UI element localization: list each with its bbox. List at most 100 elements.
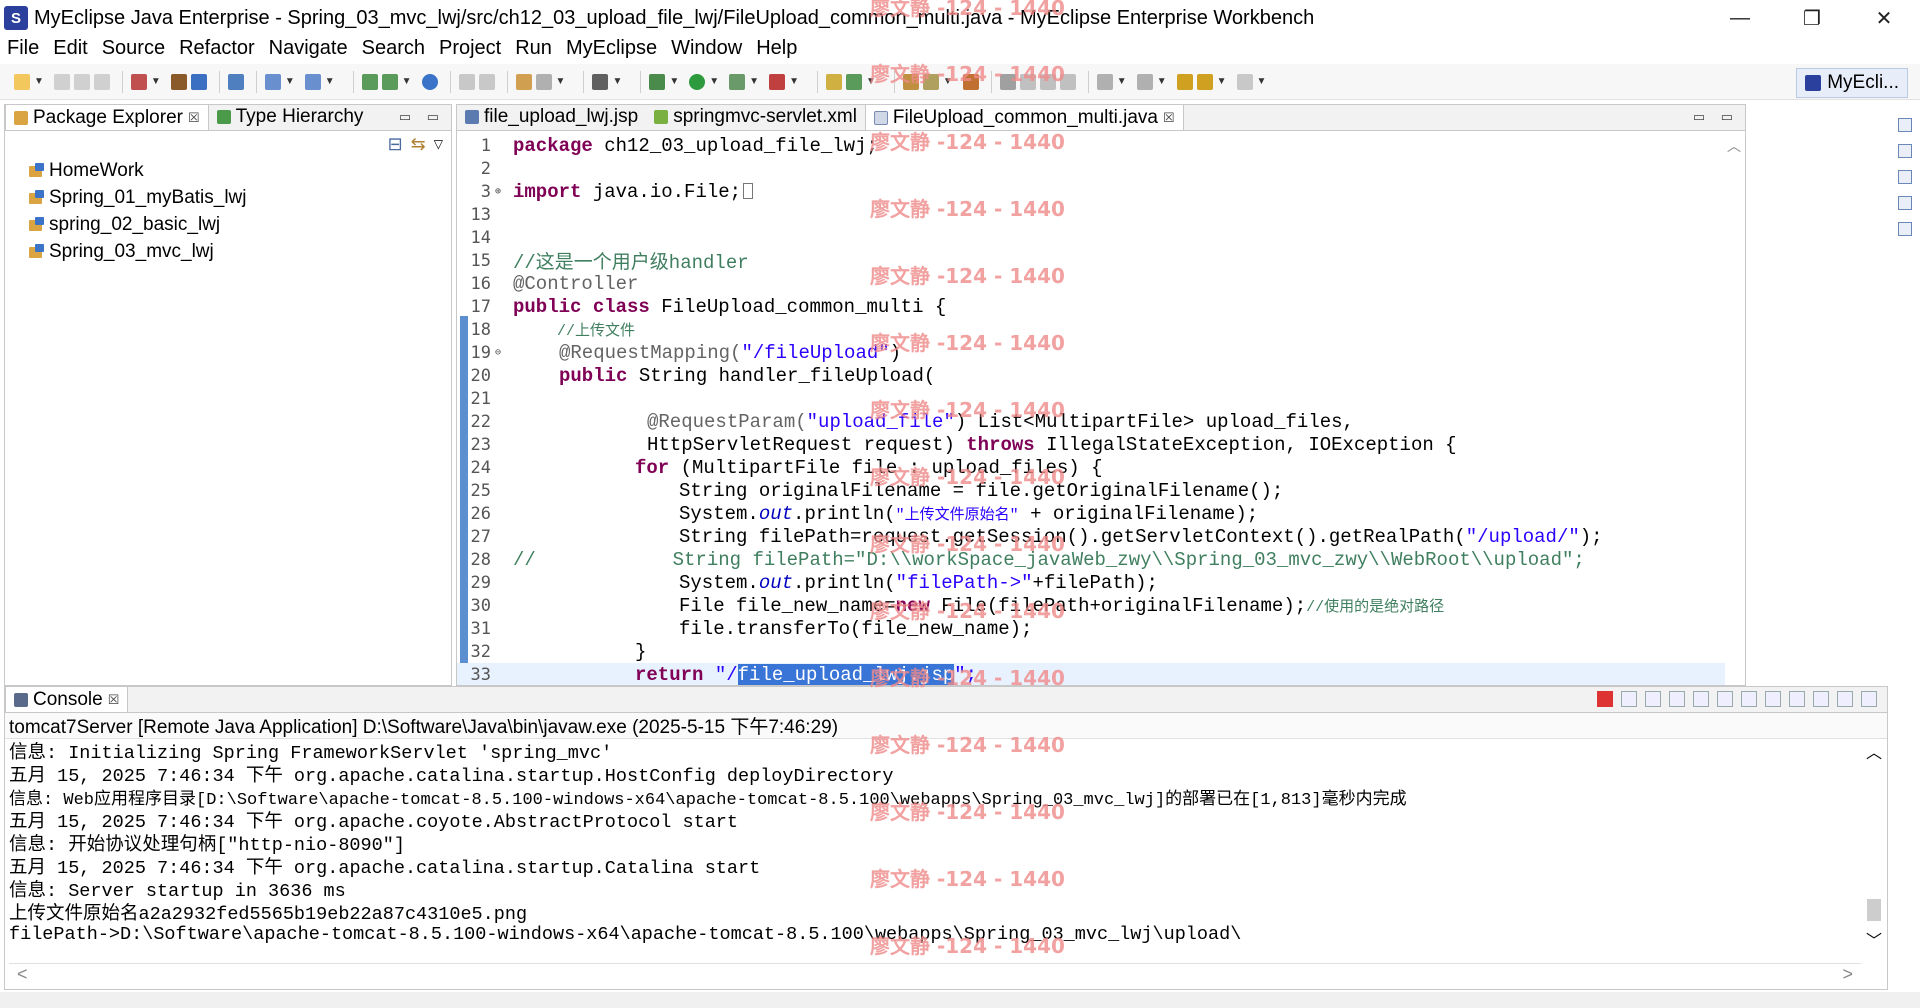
show-on-stdout-icon[interactable] — [1717, 691, 1733, 707]
tab-file-upload-jsp[interactable]: file_upload_lwj.jsp — [457, 104, 646, 130]
collapse-fold-icon[interactable]: ⊖ — [495, 347, 505, 359]
scroll-left-icon[interactable]: < — [17, 964, 28, 985]
chevron-down-icon[interactable]: ▼ — [151, 76, 161, 87]
menu-myeclipse[interactable]: MyEclipse — [559, 37, 664, 60]
chevron-down-icon[interactable]: ▼ — [1157, 76, 1167, 87]
close-icon[interactable]: ☒ — [108, 692, 120, 708]
chevron-down-icon[interactable]: ▼ — [749, 76, 759, 87]
ejb-icon[interactable] — [170, 73, 187, 90]
scroll-up-icon[interactable]: ︿ — [1725, 136, 1743, 156]
view-menu-icon[interactable]: ▽ — [434, 137, 443, 151]
new-icon[interactable] — [14, 73, 30, 90]
tree-item-homework[interactable]: HomeWork — [5, 157, 451, 184]
console-output[interactable]: 信息: Initializing Spring FrameworkServlet… — [9, 739, 1849, 946]
mark-occurrences-icon[interactable] — [1019, 73, 1036, 90]
tab-fileupload-java[interactable]: FileUpload_common_multi.java ☒ — [864, 104, 1184, 130]
perspective-switcher[interactable]: MyEcli... — [1796, 68, 1908, 98]
menu-window[interactable]: Window — [664, 37, 749, 60]
show-whitespace-icon[interactable] — [1059, 73, 1076, 90]
chevron-down-icon[interactable]: ▼ — [669, 76, 679, 87]
clear-console-icon[interactable] — [1669, 691, 1685, 707]
back-icon[interactable] — [1196, 73, 1213, 90]
scroll-up-icon[interactable]: ︿ — [1865, 739, 1883, 763]
menu-run[interactable]: Run — [508, 37, 559, 60]
close-icon[interactable]: ☒ — [1163, 110, 1175, 126]
chevron-down-icon[interactable]: ▼ — [285, 76, 295, 87]
globe-icon[interactable] — [421, 73, 438, 90]
menu-file[interactable]: File — [0, 37, 46, 60]
forward-icon[interactable] — [1236, 73, 1253, 90]
folded-block-icon[interactable] — [743, 183, 754, 200]
open-resource-icon[interactable] — [381, 73, 398, 90]
chevron-down-icon[interactable]: ▼ — [789, 76, 799, 87]
cut-icon[interactable] — [458, 73, 475, 90]
menu-search[interactable]: Search — [355, 37, 432, 60]
save-icon[interactable] — [53, 73, 70, 90]
open-type-icon[interactable] — [361, 73, 378, 90]
menu-refactor[interactable]: Refactor — [172, 37, 262, 60]
tree-item-spring-03[interactable]: Spring_03_mvc_lwj — [5, 238, 451, 265]
chevron-down-icon[interactable]: ▼ — [556, 76, 566, 87]
tab-type-hierarchy[interactable]: Type Hierarchy — [209, 104, 372, 130]
enterprise-project-icon[interactable] — [190, 73, 207, 90]
junit-icon[interactable] — [1898, 222, 1912, 236]
console-horizontal-scrollbar[interactable]: < > — [9, 963, 1861, 985]
close-button[interactable]: ✕ — [1848, 0, 1920, 36]
close-icon[interactable]: ☒ — [188, 110, 200, 126]
run-icon[interactable] — [689, 73, 706, 90]
scrollbar-thumb[interactable] — [1867, 899, 1881, 921]
edit-icon[interactable] — [922, 73, 939, 90]
tab-springmvc-servlet-xml[interactable]: springmvc-servlet.xml — [646, 104, 865, 130]
minimize-icon[interactable] — [1837, 691, 1853, 707]
new-package-icon[interactable] — [825, 73, 842, 90]
menu-navigate[interactable]: Navigate — [262, 37, 355, 60]
restore-button[interactable]: ❐ — [1776, 0, 1848, 36]
maximize-icon[interactable] — [1861, 691, 1877, 707]
chevron-down-icon[interactable]: ▼ — [943, 76, 953, 87]
chevron-down-icon[interactable]: ▼ — [709, 76, 719, 87]
outline-icon[interactable] — [1898, 144, 1912, 158]
tree-item-spring-02[interactable]: spring_02_basic_lwj — [5, 211, 451, 238]
scroll-down-icon[interactable]: ﹀ — [1865, 927, 1883, 951]
terminal-icon[interactable] — [592, 73, 609, 90]
code-editor[interactable]: 1 package ch12_03_upload_file_lwj; 2 3 ⊕ im… — [457, 132, 1745, 685]
minimize-button[interactable]: — — [1704, 0, 1776, 36]
menu-edit[interactable]: Edit — [46, 37, 94, 60]
chevron-down-icon[interactable]: ▼ — [1217, 76, 1227, 87]
open-folder-icon[interactable] — [902, 73, 919, 90]
chevron-down-icon[interactable]: ▼ — [1257, 76, 1267, 87]
chevron-down-icon[interactable]: ▼ — [612, 76, 622, 87]
link-with-editor-icon[interactable]: ⇆ — [411, 134, 426, 155]
console-vertical-scrollbar[interactable]: ︿ ﹀ — [1865, 739, 1883, 951]
minimize-maximize-icon[interactable]: ▭ ▭ — [1693, 109, 1739, 125]
external-tools-icon[interactable] — [769, 73, 786, 90]
remove-launch-icon[interactable] — [1621, 691, 1637, 707]
display-console-icon[interactable] — [1789, 691, 1805, 707]
tree-item-spring-01[interactable]: Spring_01_myBatis_lwj — [5, 184, 451, 211]
block-selection-icon[interactable] — [1039, 73, 1056, 90]
debug-icon[interactable] — [649, 73, 666, 90]
terminate-icon[interactable] — [1597, 691, 1613, 707]
browser-icon[interactable] — [304, 73, 321, 90]
menu-help[interactable]: Help — [749, 37, 804, 60]
next-annotation-icon[interactable] — [1096, 73, 1113, 90]
tab-console[interactable]: Console ☒ — [5, 686, 129, 712]
show-on-stderr-icon[interactable] — [1741, 691, 1757, 707]
chevron-down-icon[interactable]: ▼ — [402, 76, 412, 87]
minimize-maximize-icon[interactable]: ▭ ▭ — [399, 109, 445, 125]
tab-package-explorer[interactable]: Package Explorer ☒ — [5, 104, 209, 130]
open-console-icon[interactable] — [1813, 691, 1829, 707]
search-icon[interactable] — [535, 73, 552, 90]
print-icon[interactable] — [93, 73, 110, 90]
chevron-down-icon[interactable]: ▼ — [325, 76, 335, 87]
collapse-all-icon[interactable]: ⊟ — [388, 134, 403, 155]
new-web-project-icon[interactable] — [130, 73, 147, 90]
chevron-down-icon[interactable]: ▼ — [1117, 76, 1127, 87]
server-icon[interactable] — [264, 73, 281, 90]
coverage-icon[interactable] — [729, 73, 746, 90]
new-java-class-icon[interactable] — [515, 73, 532, 90]
task-list-icon[interactable] — [1898, 196, 1912, 210]
last-edit-icon[interactable] — [1176, 73, 1193, 90]
scroll-right-icon[interactable]: > — [1842, 964, 1853, 985]
remove-all-launches-icon[interactable] — [1645, 691, 1661, 707]
